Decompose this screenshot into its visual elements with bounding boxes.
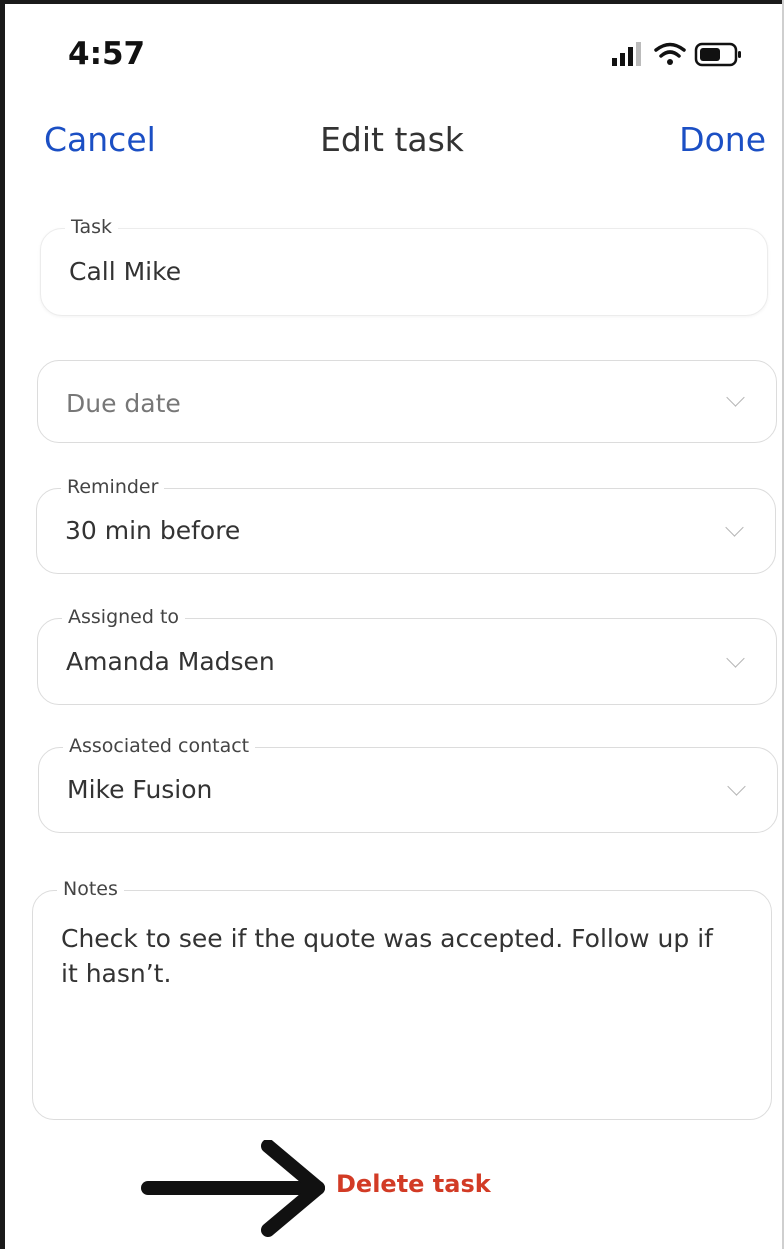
notes-textarea[interactable]: Check to see if the quote was accepted. … <box>61 921 731 991</box>
chevron-down-icon <box>726 649 745 668</box>
signal-icon <box>612 42 641 66</box>
task-field[interactable]: Task Call Mike <box>40 216 768 316</box>
status-icons <box>612 40 762 70</box>
delete-task-button[interactable]: Delete task <box>336 1170 491 1198</box>
reminder-value: 30 min before <box>65 516 241 545</box>
battery-icon <box>694 42 741 67</box>
notes-label: Notes <box>57 878 124 900</box>
associated-contact-label: Associated contact <box>63 735 256 757</box>
due-date-select[interactable]: Due date <box>37 360 777 443</box>
arrow-right-icon <box>141 1140 325 1237</box>
status-time: 4:57 <box>68 36 146 72</box>
task-input[interactable]: Call Mike <box>69 257 181 286</box>
chevron-down-icon <box>726 388 745 407</box>
assigned-to-label: Assigned to <box>62 606 186 628</box>
reminder-select[interactable]: Reminder 30 min before <box>36 476 776 574</box>
phone-frame-top <box>0 0 784 4</box>
task-label: Task <box>65 216 119 238</box>
notes-field[interactable]: Notes Check to see if the quote was acce… <box>32 878 772 1120</box>
phone-frame-left <box>0 0 5 1249</box>
assigned-to-select[interactable]: Assigned to Amanda Madsen <box>37 606 777 705</box>
assigned-to-value: Amanda Madsen <box>66 647 275 676</box>
reminder-label: Reminder <box>61 476 165 498</box>
associated-contact-select[interactable]: Associated contact Mike Fusion <box>38 735 778 833</box>
done-button[interactable]: Done <box>679 120 766 159</box>
page-title: Edit task <box>320 120 464 159</box>
wifi-icon <box>654 42 686 65</box>
chevron-down-icon <box>725 518 744 537</box>
associated-contact-value: Mike Fusion <box>67 775 213 804</box>
due-date-placeholder: Due date <box>66 389 181 418</box>
chevron-down-icon <box>727 777 746 796</box>
